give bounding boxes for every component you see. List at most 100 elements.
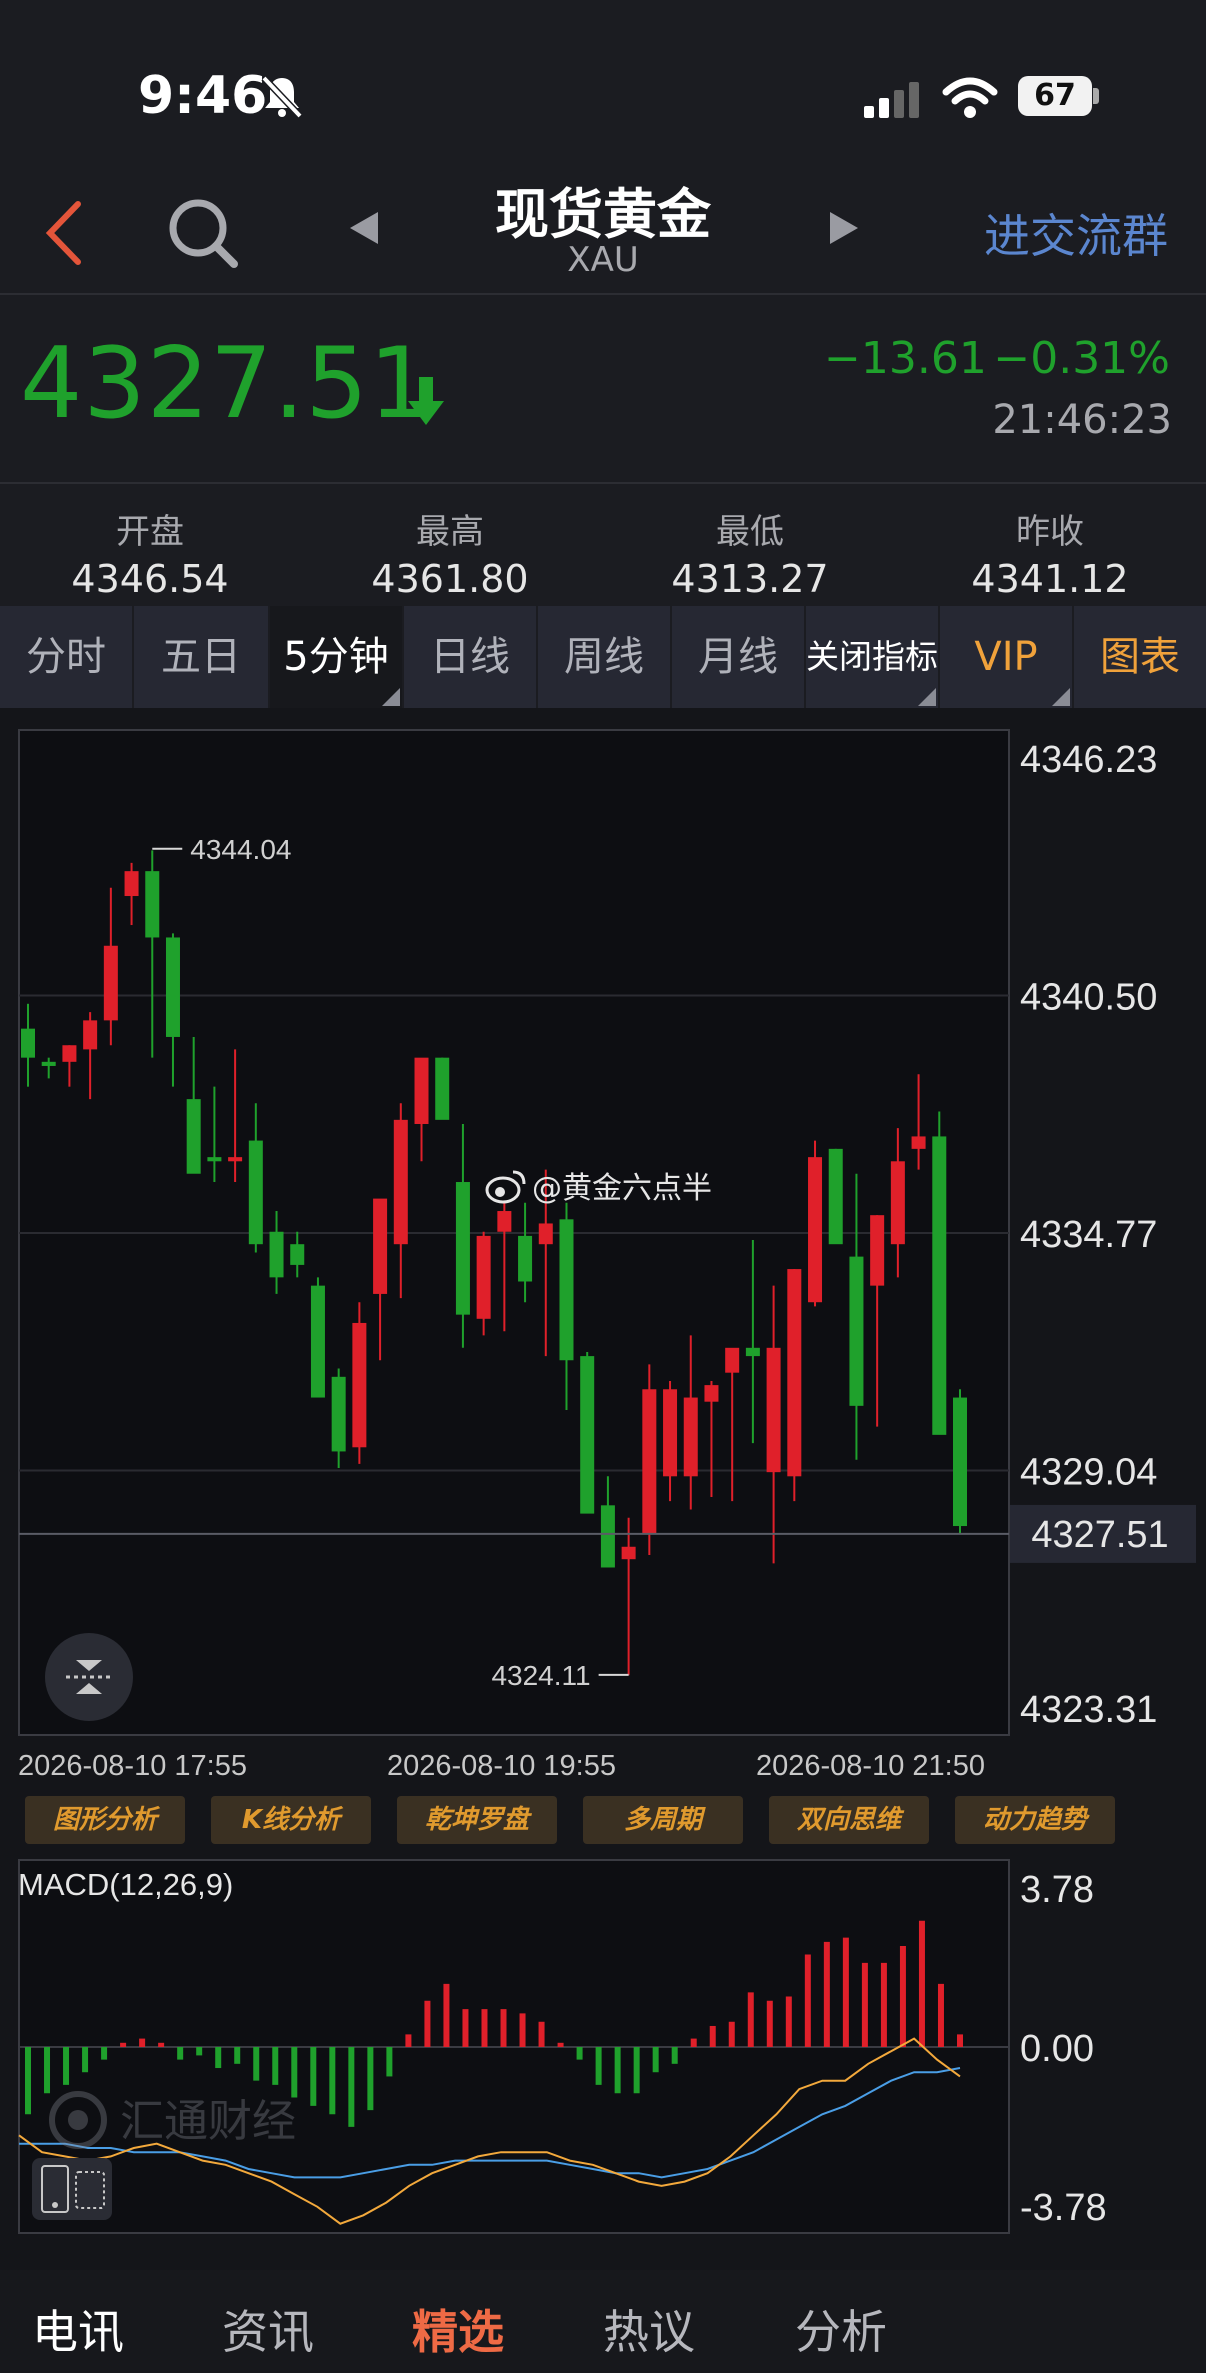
- candle-body: [600, 1505, 615, 1568]
- candle-body: [870, 1215, 885, 1286]
- collapse-chart-button[interactable]: [45, 1633, 133, 1721]
- tab-vip[interactable]: VIP: [940, 606, 1074, 708]
- candle-body: [269, 1231, 284, 1278]
- ohlc-label: 最低: [716, 512, 784, 552]
- tab-label: 关闭指标: [806, 637, 938, 676]
- candle-body: [911, 1136, 926, 1149]
- macd-tick-label: 3.78: [1020, 1869, 1094, 1911]
- candle-body: [808, 1157, 823, 1303]
- candle-body: [683, 1397, 698, 1477]
- candle-body: [518, 1235, 533, 1282]
- quote-time: 21:46:23: [992, 397, 1172, 443]
- tool-multi-period[interactable]: 多周期: [583, 1796, 743, 1844]
- candle-body: [207, 1157, 222, 1162]
- candle-body: [83, 1020, 98, 1050]
- candle-body: [310, 1285, 325, 1398]
- candle-body: [642, 1389, 657, 1535]
- price-change: −13.61: [824, 333, 987, 384]
- tab-label: 5分钟: [283, 634, 389, 680]
- macd-tick-label: 0.00: [1020, 2028, 1094, 2070]
- candle-body: [890, 1161, 905, 1245]
- candle-body: [373, 1198, 388, 1294]
- candle-body: [165, 937, 180, 1037]
- tab-dropdown-corner: [382, 688, 400, 706]
- status-bar: 9:46 67: [0, 0, 1206, 160]
- watermark-text-secondary: 汇通财经: [120, 2096, 296, 2147]
- ohlc-value: 4361.80: [371, 557, 529, 601]
- candle-body: [663, 1389, 678, 1477]
- price-tick-label: 4329.04: [1020, 1452, 1157, 1494]
- candle-body: [21, 1028, 35, 1058]
- low-marker-label: 4324.11: [491, 1660, 590, 1691]
- tab-daily[interactable]: 日线: [404, 606, 538, 708]
- bottom-nav: 电讯 资讯 精选 热议 分析: [0, 2270, 1206, 2373]
- nav-analysis[interactable]: 分析: [795, 2296, 887, 2362]
- candle-body: [186, 1099, 201, 1174]
- watermark-text: @黄金六点半: [532, 1171, 712, 1206]
- x-axis-label: 2026-08-10 21:50: [756, 1750, 985, 1782]
- price-tick-label: 4323.31: [1020, 1689, 1157, 1731]
- price-change-percent: −0.31%: [993, 333, 1170, 384]
- candle-body: [787, 1269, 802, 1477]
- nav-featured[interactable]: 精选: [412, 2296, 504, 2362]
- bell-muted-icon: [261, 75, 303, 119]
- candle-body: [476, 1235, 491, 1319]
- high-marker-label: 4344.04: [190, 834, 291, 865]
- tool-momentum-trend[interactable]: 动力趋势: [955, 1796, 1115, 1844]
- ohlc-high: 最高 4361.80: [300, 486, 600, 601]
- down-arrow-icon: [408, 377, 444, 425]
- tab-label: 分时: [26, 634, 106, 680]
- cellular-signal-icon: [864, 82, 919, 118]
- macd-tick-label: -3.78: [1020, 2187, 1107, 2229]
- tab-dropdown-corner: [1052, 688, 1070, 706]
- nav-telegraph[interactable]: 电讯: [32, 2296, 124, 2362]
- tab-weekly[interactable]: 周线: [538, 606, 672, 708]
- candle-body: [41, 1061, 56, 1066]
- ohlc-label: 最高: [416, 512, 484, 552]
- candle-body: [766, 1347, 781, 1473]
- tab-timeshare[interactable]: 分时: [0, 606, 134, 708]
- tab-label: 图表: [1100, 634, 1180, 680]
- tab-monthly[interactable]: 月线: [672, 606, 806, 708]
- tool-two-way-thinking[interactable]: 双向思维: [769, 1796, 929, 1844]
- candle-body: [497, 1211, 512, 1232]
- candle-body: [953, 1397, 967, 1527]
- tab-chart[interactable]: 图表: [1074, 606, 1206, 708]
- tab-dropdown-corner: [918, 688, 936, 706]
- header: 现货黄金 XAU 进交流群: [0, 160, 1206, 295]
- tab-5min[interactable]: 5分钟: [270, 606, 404, 708]
- candle-body: [621, 1546, 636, 1560]
- tool-compass[interactable]: 乾坤罗盘: [397, 1796, 557, 1844]
- x-axis-label: 2026-08-10 17:55: [18, 1750, 247, 1782]
- tab-label: 日线: [430, 634, 510, 680]
- join-group-button[interactable]: 进交流群: [984, 200, 1168, 266]
- tab-label: 周线: [564, 634, 644, 680]
- wifi-icon: [942, 77, 998, 118]
- candle-body: [580, 1356, 595, 1514]
- ohlc-label: 开盘: [116, 512, 184, 552]
- period-tabs: 分时 五日 5分钟 日线 周线 月线 关闭指标 VIP 图表: [0, 606, 1206, 708]
- x-axis-label: 2026-08-10 19:55: [387, 1750, 616, 1782]
- ohlc-value: 4341.12: [971, 557, 1129, 601]
- nav-news[interactable]: 资讯: [222, 2296, 314, 2362]
- candle-body: [745, 1347, 760, 1357]
- candle-body: [435, 1057, 450, 1120]
- candle-body: [124, 871, 139, 897]
- next-instrument-icon[interactable]: [828, 210, 862, 246]
- candle-body: [414, 1057, 429, 1124]
- tab-label: VIP: [974, 634, 1038, 680]
- candle-body: [725, 1347, 740, 1373]
- battery-level: 67: [1018, 76, 1092, 116]
- nav-discussion[interactable]: 热议: [603, 2296, 695, 2362]
- tool-pattern-analysis[interactable]: 图形分析: [25, 1796, 185, 1844]
- candle-body: [145, 871, 160, 938]
- candle-body: [849, 1256, 864, 1406]
- candle-body: [932, 1136, 947, 1435]
- tab-five-day[interactable]: 五日: [134, 606, 270, 708]
- candle-body: [352, 1322, 367, 1448]
- layout-toggle-icon[interactable]: [32, 2158, 112, 2220]
- tab-close-indicator[interactable]: 关闭指标: [806, 606, 940, 708]
- ohlc-value: 4346.54: [71, 557, 229, 601]
- tool-kline-analysis[interactable]: K线分析: [211, 1796, 371, 1844]
- chart-area[interactable]: 4346.23 4340.50 4334.77 4329.04 4323.31 4327…: [0, 708, 1206, 2270]
